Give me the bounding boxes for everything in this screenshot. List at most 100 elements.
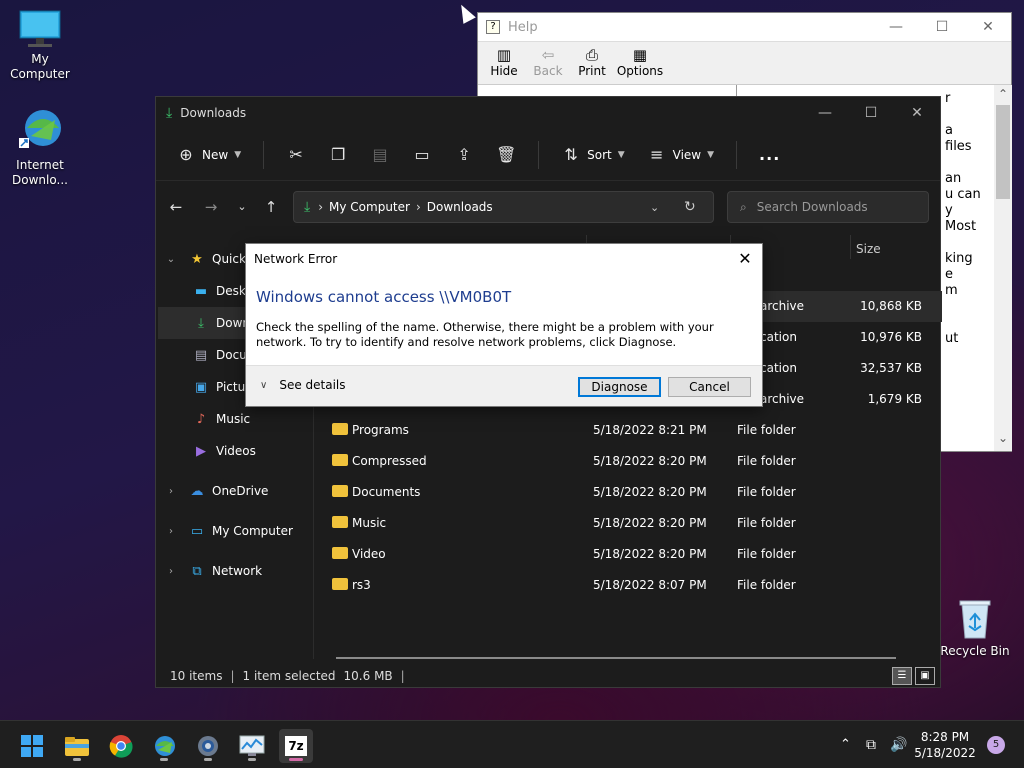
print-button[interactable]: ⎙ Print — [570, 42, 614, 84]
scroll-thumb[interactable] — [996, 105, 1010, 199]
delete-button[interactable]: 🗑 — [496, 139, 516, 171]
toolbar-divider — [736, 140, 738, 169]
help-scrollbar[interactable]: ⌃ ⌄ — [994, 85, 1012, 451]
refresh-icon[interactable]: ↻ — [684, 199, 696, 215]
folder-row-rs3[interactable]: rs3 5/18/2022 8:07 PM File folder — [316, 570, 942, 601]
dialog-message: Check the spelling of the name. Otherwis… — [256, 320, 714, 349]
status-bar: 10 items | 1 item selected 10.6 MB | ☰ ▣ — [156, 665, 942, 687]
taskbar-settings[interactable] — [191, 729, 225, 763]
taskbar-resource-monitor[interactable] — [235, 729, 269, 763]
network-error-dialog[interactable]: Network Error ✕ Windows cannot access \\… — [245, 243, 763, 407]
details-view-button[interactable]: ☰ — [892, 667, 912, 685]
desktop-icon-label: Recycle Bin — [940, 644, 1010, 658]
chrome-icon — [109, 735, 133, 758]
desktop-icon-recycle-bin[interactable]: Recycle Bin — [935, 598, 1015, 659]
horizontal-scrollbar[interactable] — [336, 657, 896, 659]
star-icon: ★ — [191, 251, 203, 267]
chevron-right-icon[interactable]: › — [156, 566, 186, 577]
clipboard-icon: ▤ — [372, 145, 388, 164]
options-button[interactable]: ▦ Options — [614, 42, 666, 84]
address-dropdown-icon[interactable]: ⌄ — [650, 201, 659, 214]
taskbar: 7z ⌃ ⧉ 🔊 8:28 PM 5/18/2022 5 — [0, 720, 1024, 768]
folder-row-music[interactable]: Music 5/18/2022 8:20 PM File folder — [316, 508, 942, 539]
sidebar-item-network[interactable]: › ⧉ Network — [156, 555, 313, 587]
notification-badge[interactable]: 5 — [987, 736, 1005, 754]
music-icon: ♪ — [196, 411, 206, 427]
hide-button[interactable]: ▥ Hide — [482, 42, 526, 84]
up-button[interactable]: ↑ — [259, 195, 283, 219]
folder-row-compressed[interactable]: Compressed 5/18/2022 8:20 PM File folder — [316, 446, 942, 477]
scroll-down-icon[interactable]: ⌄ — [994, 429, 1012, 447]
system-clock[interactable]: 8:28 PM 5/18/2022 — [910, 729, 980, 761]
maximize-button[interactable]: ☐ — [848, 97, 894, 129]
view-button[interactable]: ≡ View ▼ — [647, 139, 714, 171]
taskbar-chrome[interactable] — [104, 729, 138, 763]
minimize-button[interactable]: — — [802, 97, 848, 129]
chevron-right-icon[interactable]: › — [156, 526, 186, 537]
share-icon: ⇪ — [457, 145, 471, 164]
cancel-button[interactable]: Cancel — [668, 377, 751, 397]
help-question-icon: ? — [486, 20, 500, 34]
folder-row-video[interactable]: Video 5/18/2022 8:20 PM File folder — [316, 539, 942, 570]
chevron-right-icon[interactable]: › — [156, 486, 186, 497]
toolbar-divider — [538, 140, 540, 169]
folder-row-documents[interactable]: Documents 5/18/2022 8:20 PM File folder — [316, 477, 942, 508]
sidebar-item-my-computer[interactable]: › ▭ My Computer — [156, 515, 313, 547]
network-tray-icon[interactable]: ⧉ — [866, 721, 876, 768]
document-icon: ▤ — [194, 347, 208, 363]
start-button[interactable] — [15, 729, 49, 763]
taskbar-internet-download-manager[interactable] — [147, 729, 181, 763]
explorer-window-title: Downloads — [180, 106, 247, 120]
sidebar-item-videos[interactable]: ▶ Videos — [156, 435, 313, 467]
resource-monitor-icon — [239, 735, 265, 756]
see-details-toggle[interactable]: ∨ See details — [260, 378, 346, 392]
forward-button[interactable]: → — [199, 195, 223, 219]
maximize-button[interactable]: ☐ — [919, 13, 965, 41]
view-list-icon: ≡ — [649, 145, 664, 164]
desktop-icon-internet-download-manager[interactable]: Internet Downlo... — [0, 106, 80, 188]
breadcrumb-my-computer[interactable]: My Computer — [329, 200, 410, 214]
cloud-icon: ☁ — [190, 483, 204, 499]
dialog-titlebar[interactable]: Network Error — [246, 244, 762, 274]
diagnose-button[interactable]: Diagnose — [578, 377, 661, 397]
scroll-up-icon[interactable]: ⌃ — [994, 85, 1012, 103]
copy-button[interactable]: ❐ — [328, 139, 348, 171]
cut-button[interactable]: ✂ — [286, 139, 306, 171]
back-button[interactable]: ← — [164, 195, 188, 219]
folder-icon — [332, 578, 348, 590]
share-button[interactable]: ⇪ — [454, 139, 474, 171]
new-button[interactable]: ⊕ New ▼ — [176, 139, 241, 171]
more-options-button[interactable]: ... — [759, 139, 780, 171]
folder-icon — [332, 516, 348, 528]
paste-button[interactable]: ▤ — [370, 139, 390, 171]
start-icon — [21, 735, 43, 757]
address-bar[interactable]: ⤓ › My Computer › Downloads ⌄ ↻ — [293, 191, 714, 223]
taskbar-file-explorer[interactable] — [60, 729, 94, 763]
help-toolbar: ▥ Hide ⇦ Back ⎙ Print ▦ Options — [478, 41, 1011, 85]
breadcrumb-downloads[interactable]: Downloads — [427, 200, 493, 214]
volume-icon[interactable]: 🔊 — [890, 721, 907, 768]
dialog-heading: Windows cannot access \\VM0B0T — [256, 288, 512, 306]
show-hidden-icons-button[interactable]: ⌃ — [840, 721, 851, 768]
printer-icon: ⎙ — [585, 46, 598, 64]
recycle-bin-icon — [956, 598, 994, 640]
column-header-size[interactable]: Size — [856, 235, 881, 263]
desktop-icon-my-computer[interactable]: My Computer — [0, 10, 80, 82]
sort-button[interactable]: ⇅ Sort ▼ — [561, 139, 624, 171]
close-button[interactable]: ✕ — [728, 244, 762, 274]
picture-icon: ▣ — [194, 379, 208, 395]
close-button[interactable]: ✕ — [894, 97, 940, 129]
back-button[interactable]: ⇦ Back — [526, 42, 570, 84]
taskbar-7zip[interactable]: 7z — [279, 729, 313, 763]
rename-button[interactable]: ▭ — [412, 139, 432, 171]
chevron-down-icon[interactable]: ⌄ — [156, 254, 186, 265]
minimize-button[interactable]: — — [873, 13, 919, 41]
folder-row-programs[interactable]: Programs 5/18/2022 8:21 PM File folder — [316, 415, 942, 446]
copy-icon: ❐ — [330, 145, 346, 164]
search-input[interactable]: ⌕ Search Downloads — [727, 191, 929, 223]
close-button[interactable]: ✕ — [965, 13, 1011, 41]
sidebar-item-music[interactable]: ♪ Music — [156, 403, 313, 435]
tiles-view-button[interactable]: ▣ — [915, 667, 935, 685]
recent-locations-button[interactable]: ⌄ — [230, 195, 254, 219]
sidebar-item-onedrive[interactable]: › ☁ OneDrive — [156, 475, 313, 507]
